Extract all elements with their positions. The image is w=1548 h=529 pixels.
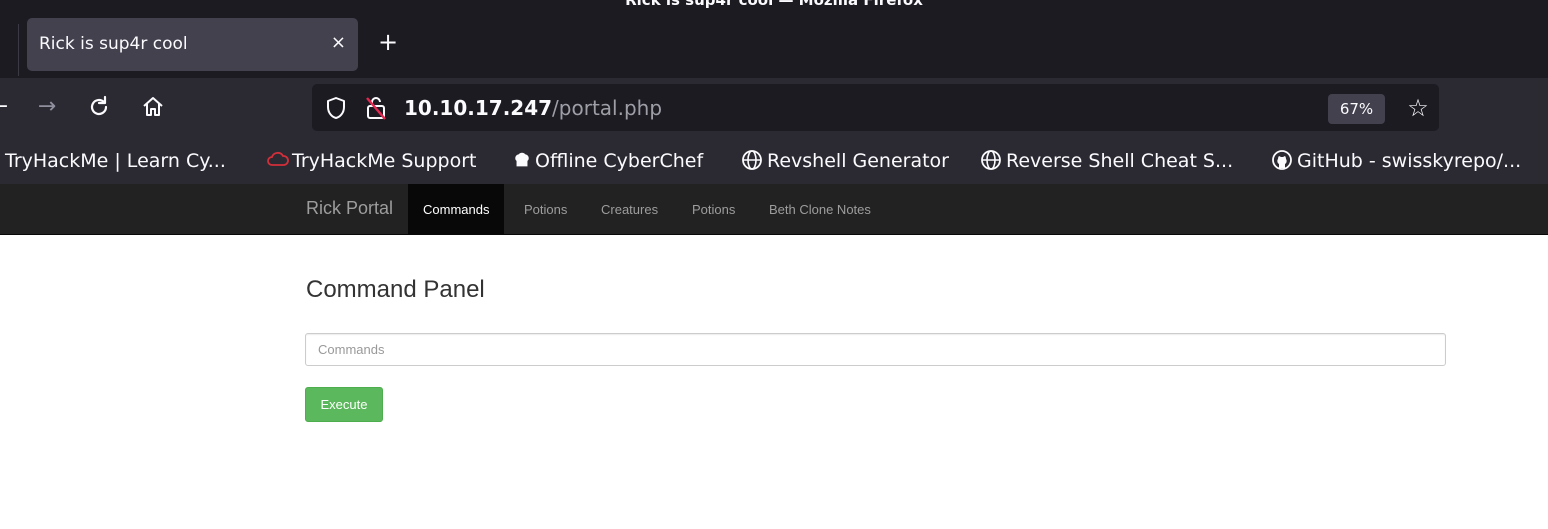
globe-icon <box>742 150 762 170</box>
tab-active[interactable]: Rick is sup4r cool × <box>27 18 358 71</box>
bookmark-reverse-shell-cheat-sheet[interactable]: Reverse Shell Cheat S... <box>980 148 1233 174</box>
zoom-indicator[interactable]: 67% <box>1328 94 1385 124</box>
shield-icon[interactable] <box>326 96 346 120</box>
chef-hat-icon <box>515 152 529 167</box>
tab-strip: Rick is sup4r cool × + <box>0 12 1548 78</box>
github-icon <box>1272 150 1292 170</box>
forward-arrow-icon[interactable]: → <box>32 90 62 124</box>
bookmark-tryhackme[interactable]: TryHackMe | Learn Cy... <box>5 148 226 174</box>
cloud-icon <box>267 151 289 166</box>
nav-link-creatures[interactable]: Creatures <box>586 184 673 234</box>
tab-title: Rick is sup4r cool <box>39 34 188 54</box>
commands-input[interactable] <box>305 333 1446 366</box>
url-text[interactable]: 10.10.17.247/portal.php <box>404 96 662 120</box>
bookmark-label: Offline CyberChef <box>535 150 704 172</box>
bookmark-label: GitHub - swisskyrepo/... <box>1297 150 1522 172</box>
nav-link-beth-clone-notes[interactable]: Beth Clone Notes <box>754 184 886 234</box>
address-bar[interactable]: 10.10.17.247/portal.php 67% ☆ <box>312 84 1439 131</box>
bookmark-label: Reverse Shell Cheat S... <box>1006 150 1234 172</box>
nav-link-potions[interactable]: Potions <box>509 184 582 234</box>
site-navbar: Rick Portal Commands Potions Creatures P… <box>0 184 1548 235</box>
bookmark-github-swisskyrepo[interactable]: GitHub - swisskyrepo/... <box>1271 148 1521 174</box>
back-arrow-icon[interactable]: ← <box>0 90 14 124</box>
bookmark-label: TryHackMe Support <box>292 150 477 172</box>
url-host: 10.10.17.247 <box>404 96 553 120</box>
url-path: /portal.php <box>552 96 663 120</box>
bookmarks-toolbar: TryHackMe | Learn Cy... TryHackMe Suppor… <box>0 141 1548 184</box>
nav-link-potions-2[interactable]: Potions <box>677 184 750 234</box>
bookmark-label: Revshell Generator <box>767 150 949 172</box>
close-icon[interactable]: × <box>331 32 346 53</box>
new-tab-button[interactable]: + <box>378 28 398 56</box>
window-title: Rick is sup4r cool — Mozilla Firefox <box>625 0 923 9</box>
bookmark-star-icon[interactable]: ☆ <box>1402 92 1434 124</box>
bookmark-label: TryHackMe | Learn Cy... <box>5 150 226 172</box>
insecure-lock-icon[interactable] <box>364 95 388 121</box>
page-title: Command Panel <box>306 276 485 303</box>
tab-separator <box>18 24 19 76</box>
navigation-toolbar: ← → 10.10.17.247/portal.php 67% ☆ <box>0 78 1548 141</box>
bookmark-offline-cyberchef[interactable]: Offline CyberChef <box>512 148 703 174</box>
globe-icon <box>981 150 1001 170</box>
home-icon[interactable] <box>138 90 168 124</box>
nav-link-commands[interactable]: Commands <box>408 184 505 234</box>
window-titlebar: Rick is sup4r cool — Mozilla Firefox <box>0 0 1548 12</box>
bookmark-revshell-generator[interactable]: Revshell Generator <box>741 148 949 174</box>
bookmark-tryhackme-support[interactable]: TryHackMe Support <box>266 148 476 174</box>
brand-link[interactable]: Rick Portal <box>306 198 393 219</box>
reload-icon[interactable] <box>84 90 114 124</box>
execute-button[interactable]: Execute <box>305 387 383 422</box>
